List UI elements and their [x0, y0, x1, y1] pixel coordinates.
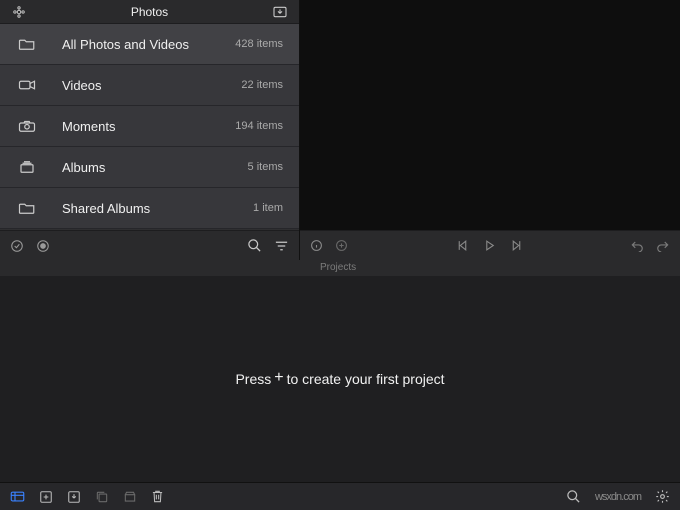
sidebar-header: Photos — [0, 0, 299, 24]
sidebar-item-label: All Photos and Videos — [62, 37, 235, 52]
empty-text-suffix: to create your first project — [287, 371, 445, 387]
preview-panel — [300, 0, 680, 260]
check-circle-icon[interactable] — [10, 239, 24, 253]
sidebar-item-label: Albums — [62, 160, 248, 175]
archive-icon[interactable] — [123, 490, 137, 504]
undo-icon[interactable] — [630, 239, 644, 252]
projects-area: Press + to create your first project — [0, 276, 680, 482]
redo-icon[interactable] — [656, 239, 670, 252]
sidebar-item-albums[interactable]: Albums 5 items — [0, 147, 299, 188]
preview-canvas — [300, 0, 680, 230]
add-project-icon[interactable] — [39, 490, 53, 504]
duplicate-icon[interactable] — [95, 490, 109, 504]
skip-back-icon[interactable] — [456, 239, 469, 252]
empty-projects-message: Press + to create your first project — [235, 371, 444, 387]
sidebar-item-count: 22 items — [241, 79, 283, 91]
trash-icon[interactable] — [151, 489, 164, 504]
sidebar-item-count: 428 items — [235, 38, 283, 50]
search-icon[interactable] — [566, 489, 581, 504]
sidebar-item-count: 1 item — [253, 202, 283, 214]
folder-icon — [16, 201, 38, 215]
projects-section-label: Projects — [0, 260, 680, 276]
sidebar-item-moments[interactable]: Moments 194 items — [0, 106, 299, 147]
sidebar-item-label: Moments — [62, 119, 235, 134]
skip-forward-icon[interactable] — [510, 239, 523, 252]
sidebar-item-videos[interactable]: Videos 22 items — [0, 65, 299, 106]
record-icon[interactable] — [36, 239, 50, 253]
plus-icon: + — [274, 371, 283, 385]
sidebar-item-count: 194 items — [235, 120, 283, 132]
camera-icon — [16, 119, 38, 133]
folder-icon — [16, 37, 38, 51]
sidebar-item-count: 5 items — [248, 161, 283, 173]
video-icon — [16, 78, 38, 92]
empty-text-prefix: Press — [235, 371, 271, 387]
sidebar-item-all-photos[interactable]: All Photos and Videos 428 items — [0, 24, 299, 65]
sidebar-item-label: Shared Albums — [62, 201, 253, 216]
sidebar-list: All Photos and Videos 428 items Videos 2… — [0, 24, 299, 230]
stack-icon — [16, 160, 38, 174]
sidebar-item-label: Videos — [62, 78, 241, 93]
media-browser-icon[interactable] — [10, 490, 25, 503]
media-sidebar: Photos All Photos and Videos 428 items V… — [0, 0, 300, 260]
sidebar-footer — [0, 230, 299, 260]
text-tool-icon[interactable]: wsxdn.com — [595, 491, 641, 503]
search-icon[interactable] — [247, 238, 262, 253]
sidebar-title: Photos — [28, 5, 271, 19]
sidebar-item-shared-albums[interactable]: Shared Albums 1 item — [0, 188, 299, 229]
import-icon[interactable] — [271, 5, 289, 19]
info-icon[interactable] — [310, 239, 323, 252]
bottom-toolbar: wsxdn.com — [0, 482, 680, 510]
add-circle-icon[interactable] — [335, 239, 348, 252]
play-icon[interactable] — [483, 239, 496, 252]
preview-transport — [300, 230, 680, 260]
filter-icon[interactable] — [274, 239, 289, 253]
settings-icon[interactable] — [655, 489, 670, 504]
photos-app-icon — [10, 5, 28, 19]
import-media-icon[interactable] — [67, 490, 81, 504]
